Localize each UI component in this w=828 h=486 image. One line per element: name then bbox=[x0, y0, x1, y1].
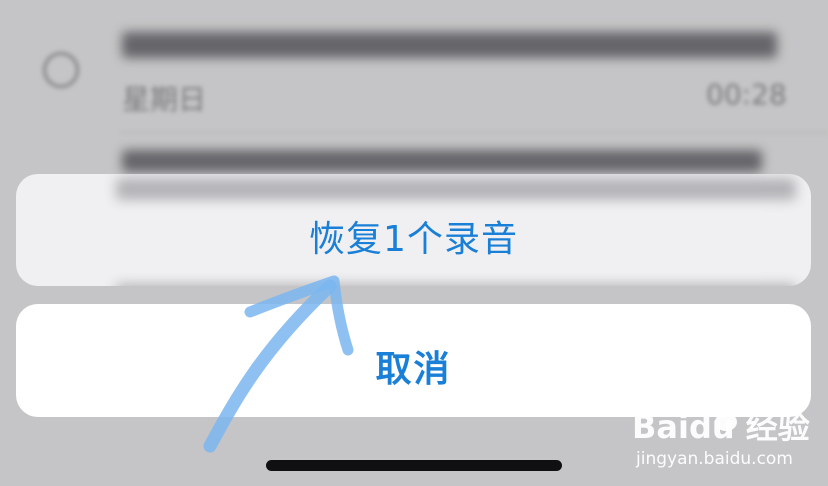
watermark-url: jingyan.baidu.com bbox=[635, 449, 793, 469]
sheet-ghost-text bbox=[116, 178, 796, 200]
baidu-jingyan-watermark: Baidu 经验 jingyan.baidu.com bbox=[632, 398, 810, 469]
action-sheet-group: 恢复1个录音 bbox=[16, 174, 811, 286]
cancel-button-label: 取消 bbox=[375, 349, 452, 390]
sheet-ghost-text bbox=[116, 284, 796, 286]
watermark-brand: Baidu 经验 bbox=[632, 408, 810, 446]
home-indicator[interactable] bbox=[266, 460, 562, 471]
recover-recording-button[interactable]: 恢复1个录音 bbox=[16, 210, 811, 262]
